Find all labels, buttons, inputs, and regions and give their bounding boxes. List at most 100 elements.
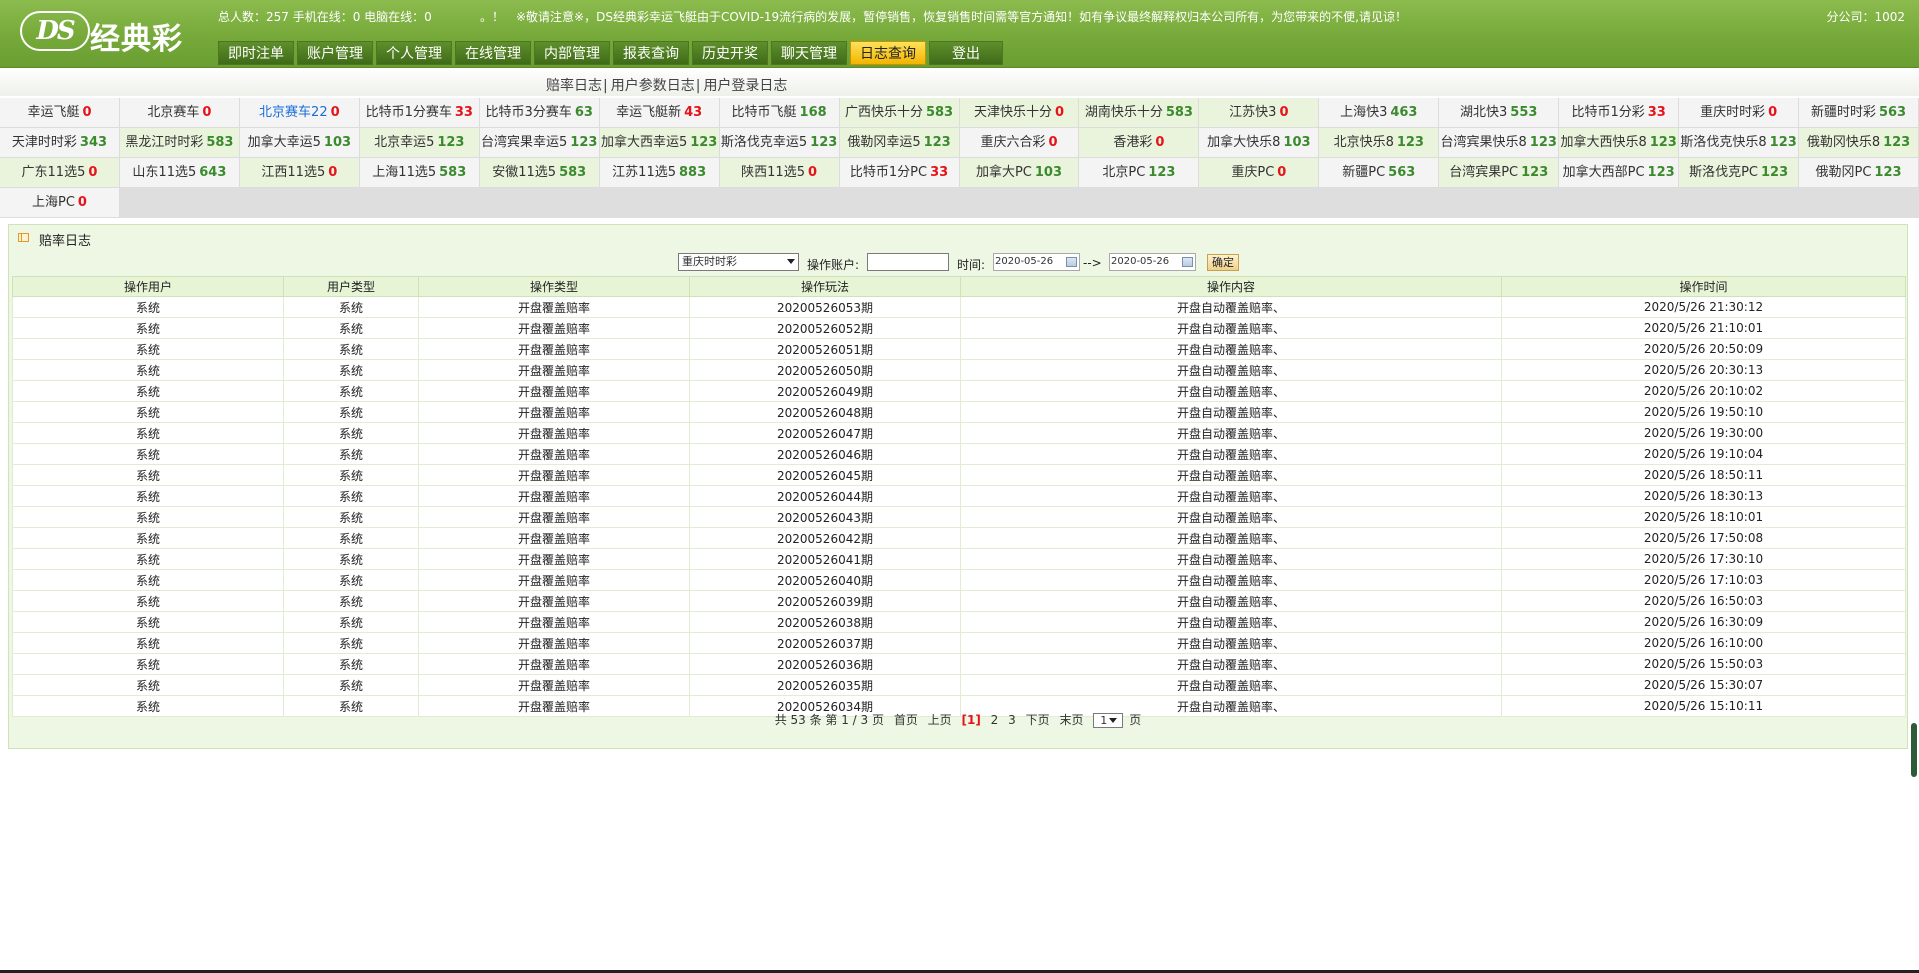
lottery-item[interactable]: 斯洛伐克幸运5 123 — [719, 128, 840, 158]
chevron-down-icon — [787, 259, 795, 264]
table-cell: 20200526036期 — [689, 653, 961, 675]
lottery-item[interactable]: 重庆时时彩 0 — [1679, 98, 1800, 128]
lottery-item[interactable]: 俄勒冈幸运5 123 — [839, 128, 960, 158]
lottery-item[interactable]: 江西11选5 0 — [239, 158, 360, 188]
nav-item-1[interactable]: 账户管理 — [297, 41, 373, 65]
prev-page-link[interactable]: 上页 — [928, 713, 952, 727]
lottery-item[interactable]: 俄勒冈快乐8 123 — [1799, 128, 1919, 158]
lottery-item[interactable]: 重庆PC 0 — [1199, 158, 1320, 188]
lottery-item[interactable]: 黑龙江时时彩 583 — [119, 128, 240, 158]
submenu-item-0[interactable]: 赔率日志 — [546, 78, 602, 94]
lottery-item[interactable]: 香港彩 0 — [1079, 128, 1200, 158]
lottery-item[interactable]: 天津快乐十分 0 — [959, 98, 1080, 128]
table-cell: 开盘覆盖赔率 — [418, 632, 690, 654]
lottery-count: 583 — [439, 165, 467, 180]
lottery-item[interactable]: 新疆时时彩 563 — [1799, 98, 1919, 128]
lottery-item[interactable]: 加拿大西快乐8 123 — [1559, 128, 1680, 158]
lottery-item[interactable]: 上海快3 463 — [1319, 98, 1440, 128]
lottery-item[interactable]: 北京赛车 0 — [119, 98, 240, 128]
nav-item-5[interactable]: 报表查询 — [613, 41, 689, 65]
lottery-item[interactable]: 比特币飞艇 168 — [719, 98, 840, 128]
lottery-select[interactable]: 重庆时时彩 — [678, 253, 799, 271]
lottery-item[interactable]: 加拿大西幸运5 123 — [599, 128, 720, 158]
lottery-item[interactable]: 湖北快3 553 — [1439, 98, 1560, 128]
lottery-item[interactable]: 江苏快3 0 — [1199, 98, 1320, 128]
lottery-item[interactable]: 加拿大西部PC 123 — [1559, 158, 1680, 188]
lottery-item[interactable]: 江苏11选5 883 — [599, 158, 720, 188]
page-link-2[interactable]: 2 — [991, 713, 999, 727]
calendar-icon[interactable] — [1066, 257, 1077, 267]
table-cell: 开盘自动覆盖赔率、 — [960, 422, 1502, 444]
lottery-item[interactable]: 斯洛伐克快乐8 123 — [1679, 128, 1800, 158]
lottery-item[interactable]: 上海PC 0 — [0, 188, 120, 218]
lottery-item[interactable]: 重庆六合彩 0 — [959, 128, 1080, 158]
lottery-item[interactable]: 俄勒冈PC 123 — [1799, 158, 1919, 188]
lottery-item[interactable]: 天津时时彩 343 — [0, 128, 120, 158]
lottery-item[interactable]: 加拿大幸运5 103 — [239, 128, 360, 158]
confirm-button[interactable]: 确定 — [1207, 254, 1239, 271]
date-from-field[interactable]: 2020-05-26 — [993, 253, 1080, 271]
lottery-item[interactable]: 斯洛伐克PC 123 — [1679, 158, 1800, 188]
lottery-item[interactable]: 安徽11选5 583 — [479, 158, 600, 188]
table-cell: 系统 — [12, 359, 284, 381]
lottery-name: 斯洛伐克PC — [1689, 165, 1758, 180]
lottery-item[interactable]: 上海11选5 583 — [359, 158, 480, 188]
table-cell: 开盘自动覆盖赔率、 — [960, 338, 1502, 360]
lottery-item[interactable]: 加拿大快乐8 103 — [1199, 128, 1320, 158]
nav-item-7[interactable]: 聊天管理 — [771, 41, 847, 65]
lottery-item[interactable]: 广西快乐十分 583 — [839, 98, 960, 128]
table-cell: 系统 — [283, 338, 419, 360]
submenu-separator: | — [695, 78, 701, 94]
nav-item-2[interactable]: 个人管理 — [376, 41, 452, 65]
lottery-count: 883 — [679, 165, 707, 180]
lottery-count: 123 — [1148, 165, 1176, 180]
lottery-count: 0 — [202, 105, 212, 120]
nav-item-9[interactable]: 登出 — [929, 41, 1003, 65]
table-cell: 2020/5/26 18:10:01 — [1501, 506, 1906, 528]
calendar-icon[interactable] — [1182, 257, 1193, 267]
date-to-field[interactable]: 2020-05-26 — [1109, 253, 1196, 271]
table-cell: 2020/5/26 19:30:00 — [1501, 422, 1906, 444]
lottery-item[interactable]: 台湾宾果PC 123 — [1439, 158, 1560, 188]
last-page-link[interactable]: 末页 — [1059, 713, 1083, 727]
lottery-item[interactable]: 北京幸运5 123 — [359, 128, 480, 158]
table-cell: 系统 — [283, 569, 419, 591]
lottery-name: 台湾宾果PC — [1449, 165, 1519, 180]
nav-item-8[interactable]: 日志查询 — [850, 41, 926, 65]
nav-item-6[interactable]: 历史开奖 — [692, 41, 768, 65]
submenu-item-1[interactable]: 用户参数日志 — [611, 78, 695, 94]
lottery-item[interactable]: 新疆PC 563 — [1319, 158, 1440, 188]
lottery-item[interactable]: 比特币1分彩 33 — [1559, 98, 1680, 128]
nav-item-3[interactable]: 在线管理 — [455, 41, 531, 65]
vertical-scrollbar[interactable] — [1911, 723, 1917, 777]
table-cell: 开盘自动覆盖赔率、 — [960, 359, 1502, 381]
lottery-name: 江苏11选5 — [612, 165, 676, 180]
lottery-item[interactable]: 台湾宾果幸运5 123 — [479, 128, 600, 158]
lottery-item[interactable]: 比特币1分赛车 33 — [359, 98, 480, 128]
lottery-item[interactable]: 湖南快乐十分 583 — [1079, 98, 1200, 128]
lottery-item[interactable]: 台湾宾果快乐8 123 — [1439, 128, 1560, 158]
lottery-item[interactable]: 幸运飞艇 0 — [0, 98, 120, 128]
lottery-item[interactable]: 加拿大PC 103 — [959, 158, 1080, 188]
lottery-item[interactable]: 幸运飞艇新 43 — [599, 98, 720, 128]
lottery-name: 加拿大PC — [975, 165, 1032, 180]
lottery-item[interactable]: 山东11选5 643 — [119, 158, 240, 188]
account-input[interactable] — [867, 253, 949, 271]
table-cell: 20200526035期 — [689, 674, 961, 696]
lottery-item[interactable]: 比特币1分PC 33 — [839, 158, 960, 188]
next-page-link[interactable]: 下页 — [1026, 713, 1050, 727]
first-page-link[interactable]: 首页 — [894, 713, 918, 727]
lottery-item[interactable]: 广东11选5 0 — [0, 158, 120, 188]
table-cell: 开盘自动覆盖赔率、 — [960, 443, 1502, 465]
page-select[interactable]: 1 — [1093, 713, 1124, 728]
lottery-item[interactable]: 北京赛车22 0 — [239, 98, 360, 128]
nav-item-0[interactable]: 即时注单 — [218, 41, 294, 65]
lottery-item[interactable]: 陕西11选5 0 — [719, 158, 840, 188]
nav-item-4[interactable]: 内部管理 — [534, 41, 610, 65]
submenu-item-2[interactable]: 用户登录日志 — [703, 78, 787, 94]
page-link-3[interactable]: 3 — [1008, 713, 1016, 727]
lottery-item[interactable]: 北京快乐8 123 — [1319, 128, 1440, 158]
table-row: 系统 系统 开盘覆盖赔率 20200526043期 开盘自动覆盖赔率、 2020/5/26… — [12, 506, 1906, 528]
lottery-item[interactable]: 北京PC 123 — [1079, 158, 1200, 188]
lottery-item[interactable]: 比特币3分赛车 63 — [479, 98, 600, 128]
